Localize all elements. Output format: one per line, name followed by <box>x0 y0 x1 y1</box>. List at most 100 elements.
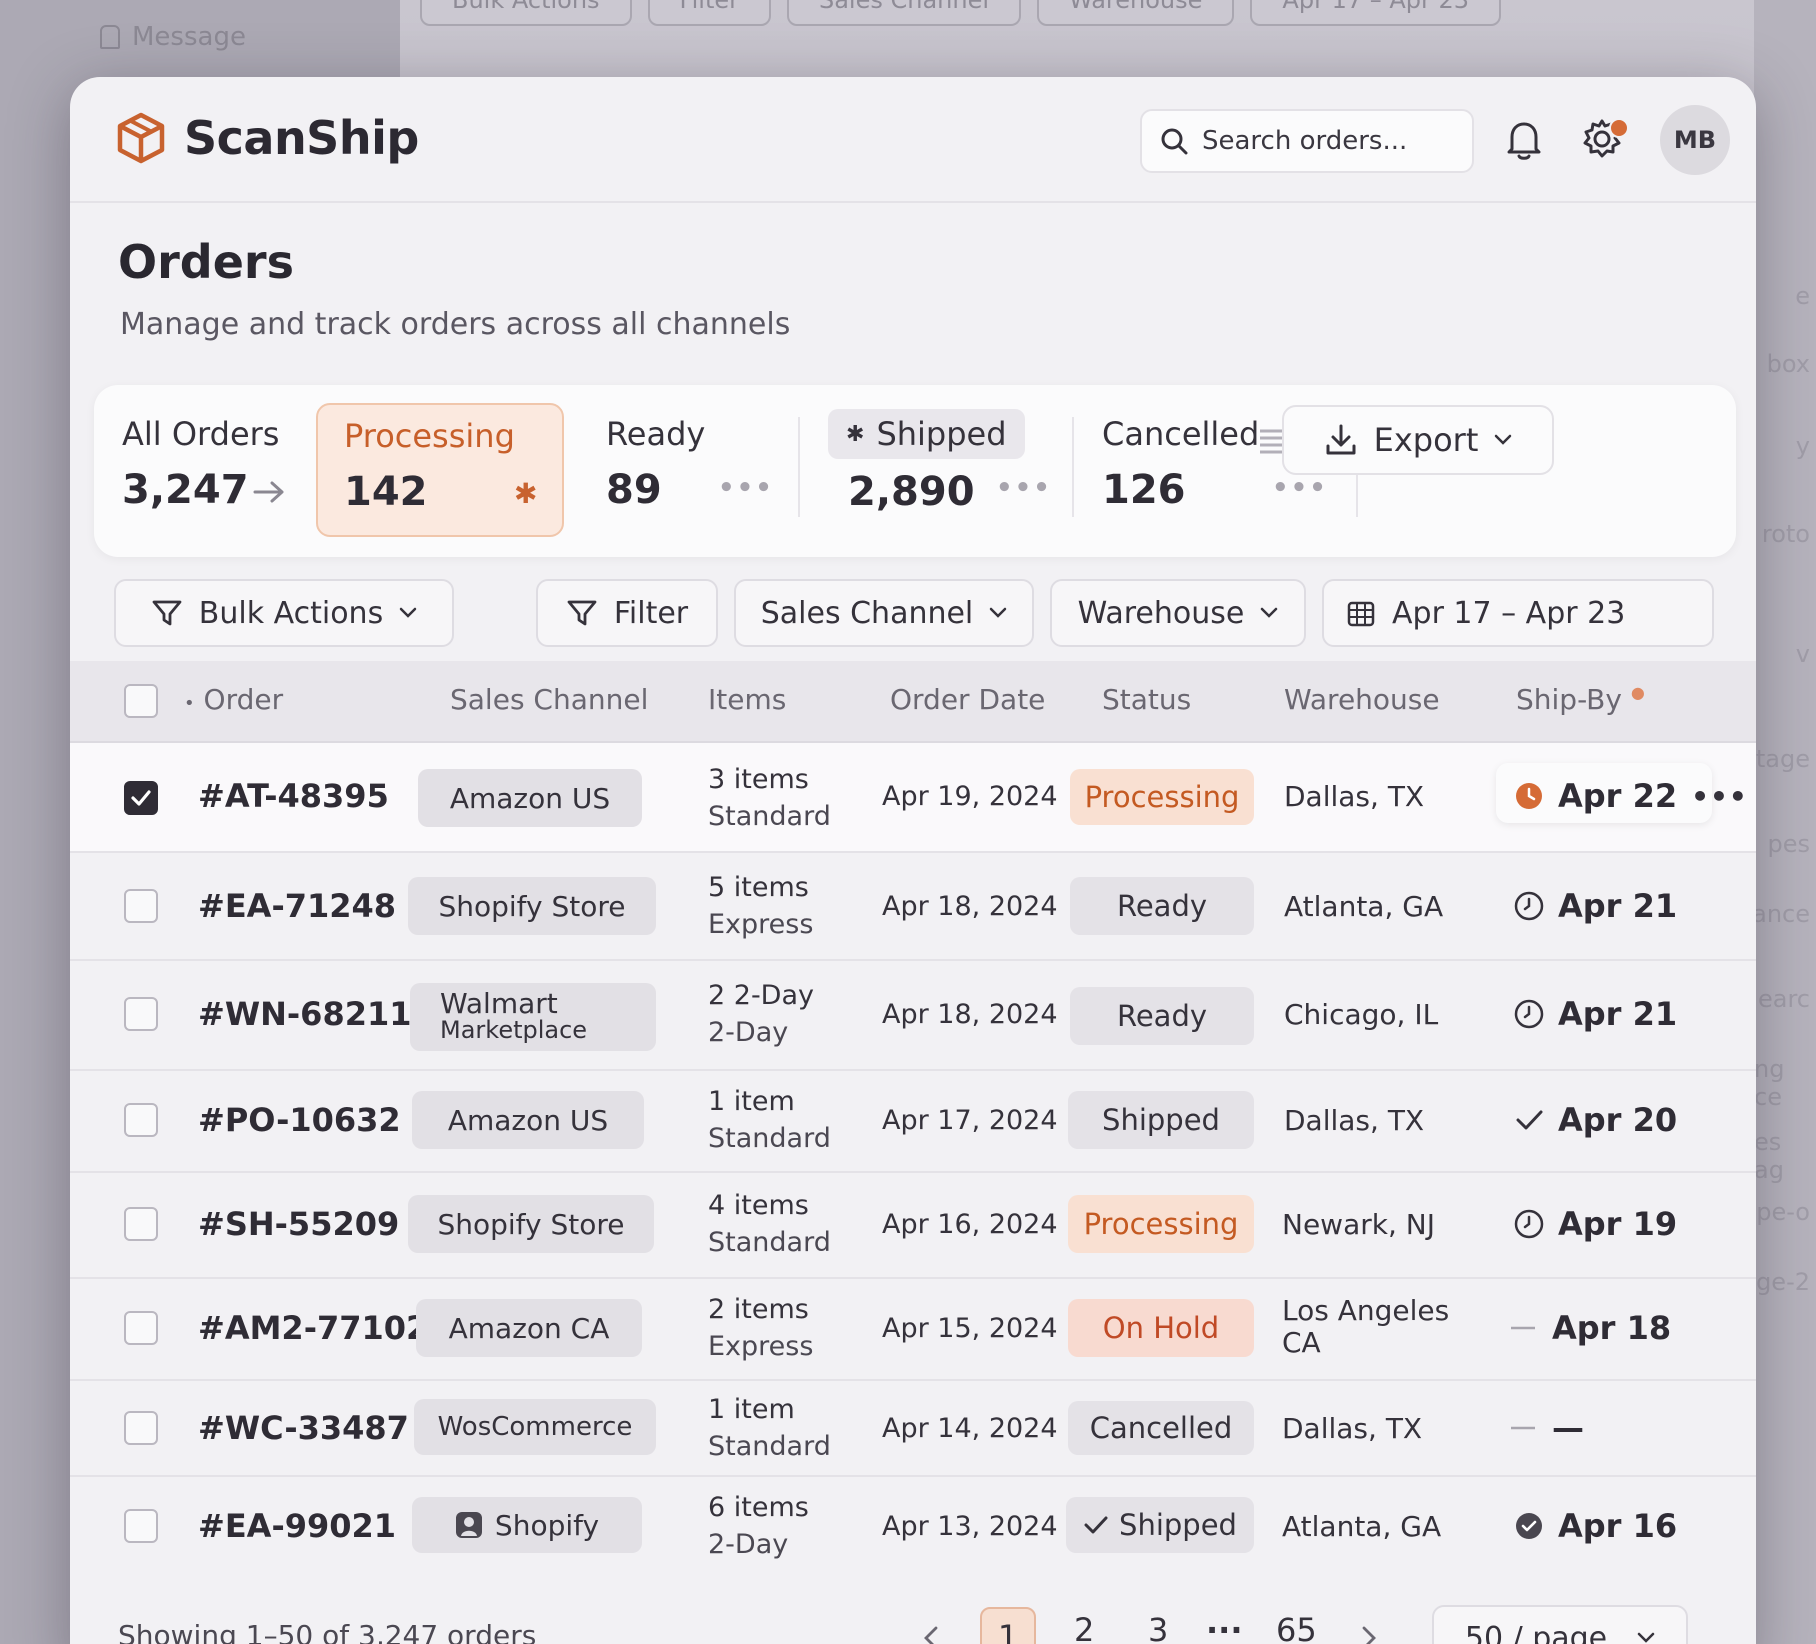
order-id[interactable]: #PO-10632 <box>198 1101 401 1139</box>
warehouse-name: Atlanta, GA <box>1282 1510 1442 1543</box>
order-id[interactable]: #AM2-77102 <box>198 1309 428 1347</box>
stat-label: Shipped <box>876 415 1007 453</box>
column-header-items[interactable]: Items <box>708 683 786 716</box>
more-options-icon[interactable]: ••• <box>1691 780 1748 813</box>
sales-channel-dropdown[interactable]: Sales Channel <box>734 579 1034 647</box>
order-stats-bar: All Orders 3,247 Processing 142 ✱ Ready … <box>94 385 1736 557</box>
row-checkbox[interactable] <box>124 1509 158 1543</box>
stat-cancelled[interactable]: Cancelled 126 <box>1094 403 1294 537</box>
table-row[interactable]: #AT-48395 Amazon US 3 items Standard Apr … <box>70 743 1756 853</box>
items-cell: 1 item Standard <box>708 1083 831 1157</box>
sort-dot-icon: • <box>184 693 195 714</box>
search-box[interactable] <box>1140 109 1474 173</box>
ship-by-cell[interactable]: Apr 22 ••• <box>1514 777 1748 815</box>
bulk-actions-label: Bulk Actions <box>198 595 384 631</box>
items-cell: 5 items Express <box>708 869 813 943</box>
filter-funnel-icon <box>567 600 597 626</box>
download-icon <box>1326 424 1356 455</box>
dash-icon <box>1511 1426 1535 1430</box>
stat-divider <box>1072 417 1074 517</box>
order-id[interactable]: #SH-55209 <box>198 1205 399 1243</box>
export-button[interactable]: Export <box>1282 405 1554 475</box>
app-logo[interactable]: ScanShip <box>114 111 419 165</box>
table-row[interactable]: #EA-99021 Shopify 6 items 2-Day Apr 13, 2… <box>70 1477 1756 1575</box>
table-row[interactable]: #EA-71248 Shopify Store 5 items Express A… <box>70 853 1756 961</box>
background-bulk-actions: Bulk Actions <box>420 0 632 26</box>
clock-icon <box>1514 999 1544 1029</box>
background-filter: Filter <box>647 0 771 26</box>
items-count: 2 2-Day <box>708 980 814 1011</box>
warehouse-dropdown[interactable]: Warehouse <box>1050 579 1306 647</box>
stat-processing[interactable]: Processing 142 ✱ <box>316 403 564 537</box>
warehouse-name: Newark, NJ <box>1282 1208 1435 1241</box>
ship-by-date: Apr 22 <box>1558 777 1678 815</box>
order-id[interactable]: #AT-48395 <box>198 777 389 815</box>
row-checkbox[interactable] <box>124 1207 158 1241</box>
column-header-order[interactable]: • Order <box>184 683 283 716</box>
page-button-current[interactable]: 1 <box>980 1607 1036 1644</box>
stat-ready[interactable]: Ready 89 <box>574 403 744 537</box>
ship-by-cell: Apr 20 <box>1514 1101 1677 1139</box>
order-date: Apr 13, 2024 <box>882 1511 1058 1542</box>
row-checkbox[interactable] <box>124 889 158 923</box>
background-message-item: Message <box>100 22 246 52</box>
column-header-order-date[interactable]: Order Date <box>890 683 1045 716</box>
background-toolbar: Bulk Actions Filter Sales Channel Wareho… <box>420 0 1502 26</box>
user-avatar[interactable]: MB <box>1660 105 1730 175</box>
column-header-ship-by[interactable]: Ship-By ● <box>1516 683 1645 716</box>
more-dots-icon[interactable]: ••• <box>718 473 774 503</box>
row-checkbox[interactable] <box>124 1311 158 1345</box>
table-row[interactable]: #WC-33487 WosCommerce 1 item Standard Apr… <box>70 1381 1756 1477</box>
notification-badge <box>1609 118 1629 138</box>
chevron-left-icon[interactable] <box>922 1625 940 1644</box>
table-row[interactable]: #PO-10632 Amazon US 1 item Standard Apr 1… <box>70 1071 1756 1173</box>
date-range-picker[interactable]: Apr 17 – Apr 23 <box>1322 579 1714 647</box>
chevron-right-icon[interactable] <box>1360 1625 1378 1644</box>
column-header-sales-channel[interactable]: Sales Channel <box>450 683 648 716</box>
items-cell: 2 items Express <box>708 1291 813 1365</box>
page-button[interactable]: 65 <box>1276 1611 1317 1644</box>
background-fragment: ance <box>1752 900 1810 928</box>
stat-all-orders[interactable]: All Orders 3,247 <box>102 403 312 537</box>
chevron-down-icon <box>990 607 1007 618</box>
page-title: Orders <box>118 235 294 289</box>
page-size-select[interactable]: 50 / page <box>1432 1605 1688 1644</box>
filter-button[interactable]: Filter <box>536 579 718 647</box>
search-input[interactable] <box>1202 126 1442 156</box>
bell-icon[interactable] <box>1504 119 1544 161</box>
page-button[interactable]: 2 <box>1074 1611 1094 1644</box>
column-header-warehouse[interactable]: Warehouse <box>1284 683 1440 716</box>
status-badge: Ready <box>1070 987 1254 1045</box>
stat-label-shipped-box: ✱ Shipped <box>828 409 1025 459</box>
more-dots-icon[interactable]: ••• <box>1272 473 1328 503</box>
ship-by-cell: — <box>1508 1409 1584 1447</box>
row-checkbox[interactable] <box>124 781 158 815</box>
more-dots-icon[interactable]: ••• <box>996 473 1052 503</box>
column-header-status[interactable]: Status <box>1102 683 1191 716</box>
order-id[interactable]: #WC-33487 <box>198 1409 409 1447</box>
shipping-method: 2-Day <box>708 1529 789 1560</box>
table-row[interactable]: #SH-55209 Shopify Store 4 items Standard … <box>70 1173 1756 1279</box>
row-checkbox[interactable] <box>124 1411 158 1445</box>
date-range-label: Apr 17 – Apr 23 <box>1392 595 1626 631</box>
items-cell: 4 items Standard <box>708 1187 831 1261</box>
table-row[interactable]: #AM2-77102 Amazon CA 2 items Express Apr … <box>70 1279 1756 1381</box>
items-count: 2 items <box>708 1294 809 1325</box>
select-all-checkbox[interactable] <box>124 684 158 718</box>
filter-label: Filter <box>613 595 689 631</box>
sales-channel-label: Sales Channel <box>760 595 974 631</box>
bulk-actions-dropdown[interactable]: Bulk Actions <box>114 579 454 647</box>
ship-by-date: — <box>1552 1409 1584 1447</box>
row-checkbox[interactable] <box>124 997 158 1031</box>
warehouse-name: Dallas, TX <box>1282 1412 1423 1445</box>
table-row[interactable]: #WN-68211 Walmart Marketplace 2 2-Day 2-D… <box>70 961 1756 1071</box>
order-id[interactable]: #EA-71248 <box>198 887 396 925</box>
page-button[interactable]: 3 <box>1148 1611 1168 1644</box>
order-id[interactable]: #WN-68211 <box>198 995 412 1033</box>
stat-shipped[interactable]: ✱ Shipped 2,890 <box>828 403 1048 537</box>
row-checkbox[interactable] <box>124 1103 158 1137</box>
order-id[interactable]: #EA-99021 <box>198 1507 396 1545</box>
page-size-label: 50 / page <box>1464 1620 1608 1644</box>
check-icon <box>131 790 151 806</box>
page-subtitle: Manage and track orders across all chann… <box>120 307 791 342</box>
